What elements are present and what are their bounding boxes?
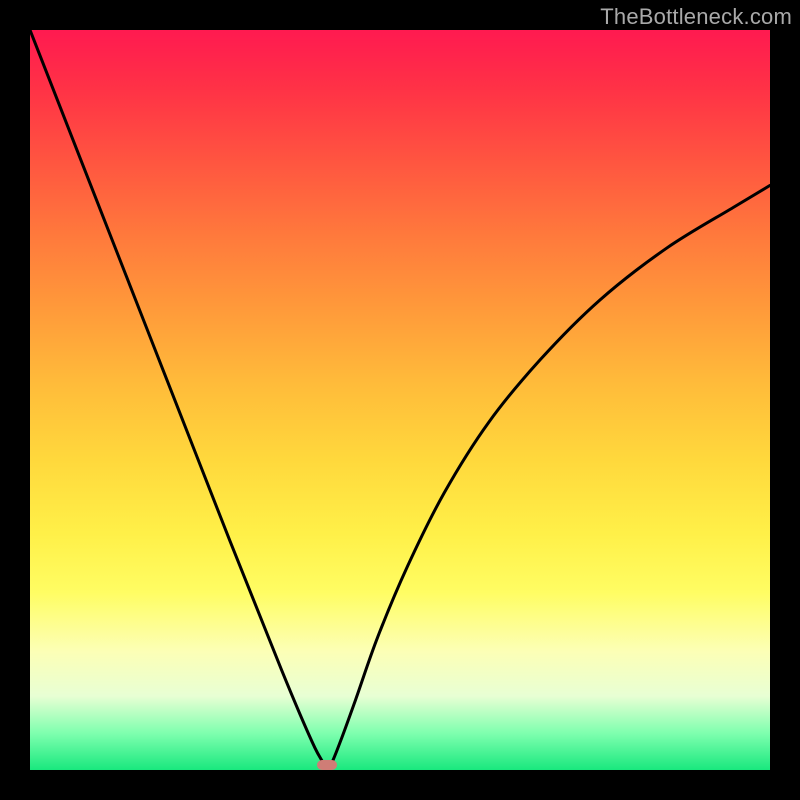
watermark-text: TheBottleneck.com	[600, 4, 792, 30]
curve-svg	[30, 30, 770, 770]
plot-area	[30, 30, 770, 770]
minimum-marker	[317, 760, 337, 770]
chart-frame: TheBottleneck.com	[0, 0, 800, 800]
bottleneck-curve	[30, 30, 770, 770]
